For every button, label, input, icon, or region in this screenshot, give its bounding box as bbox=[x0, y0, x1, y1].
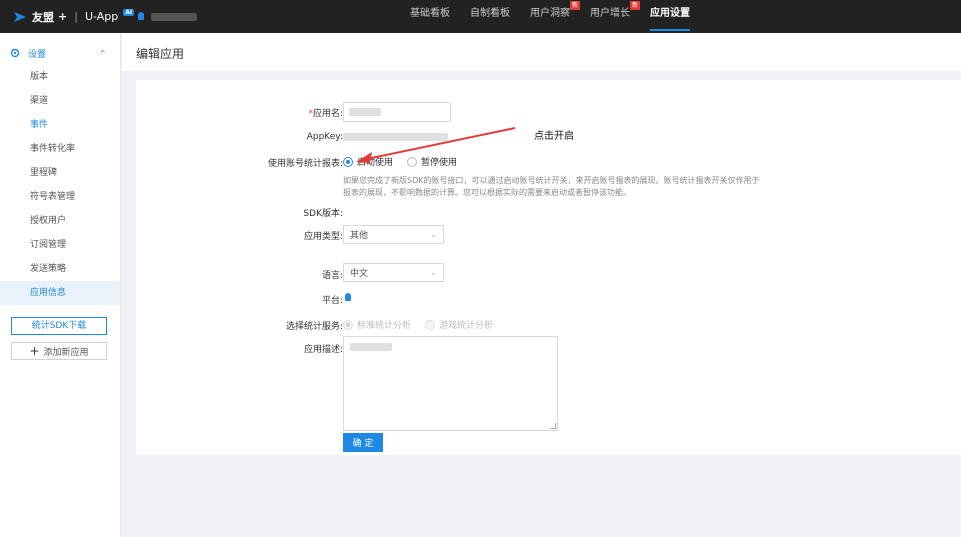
brand-plus: + bbox=[58, 10, 68, 23]
sidebar-item-milestone[interactable]: 里程碑 bbox=[0, 161, 120, 185]
app-name-value-blurred bbox=[349, 108, 381, 116]
sidebar-item-label: 符号表管理 bbox=[30, 192, 76, 202]
page-header: 编辑应用 bbox=[122, 33, 961, 71]
app-name-label-text: 应用名: bbox=[312, 109, 343, 119]
gear-icon bbox=[10, 48, 20, 58]
sidebar-item-version[interactable]: 版本 bbox=[0, 65, 120, 89]
sidebar-item-send-strategy[interactable]: 发送策略 bbox=[0, 257, 120, 281]
radio-dot bbox=[343, 319, 353, 330]
sidebar-item-label: 发送策略 bbox=[30, 264, 67, 274]
brand[interactable]: 友盟 + | U-App AI bbox=[12, 0, 135, 33]
sdk-download-button[interactable]: 统计SDK下载 bbox=[11, 317, 107, 335]
app-type-select[interactable]: 其他 ⌄ bbox=[343, 225, 444, 244]
new-badge: 新 bbox=[629, 1, 640, 10]
radio-label: 暂停使用 bbox=[421, 158, 458, 168]
resize-handle[interactable] bbox=[550, 423, 556, 429]
appkey-value bbox=[343, 133, 448, 144]
sidebar-section-label: 设置 bbox=[28, 49, 47, 60]
sidebar-item-label: 版本 bbox=[30, 72, 49, 82]
main-nav: 基础看板 自制看板 用户洞察 新 用户增长 新 应用设置 bbox=[400, 0, 700, 33]
new-badge: 新 bbox=[569, 1, 580, 10]
brand-separator: | bbox=[74, 10, 78, 23]
description-value-blurred bbox=[350, 343, 392, 351]
nav-label: 基础看板 bbox=[410, 8, 450, 19]
language-select[interactable]: 中文 ⌄ bbox=[343, 263, 444, 282]
ai-badge: AI bbox=[123, 9, 135, 16]
service-radio-game[interactable]: 游戏统计分析 bbox=[425, 318, 493, 331]
radio-label: 游戏统计分析 bbox=[439, 321, 494, 331]
app-name-input[interactable] bbox=[343, 102, 451, 122]
sidebar-item-channel[interactable]: 渠道 bbox=[0, 89, 120, 113]
sidebar-item-subscription[interactable]: 订阅管理 bbox=[0, 233, 120, 257]
nav-label: 用户增长 bbox=[590, 8, 630, 19]
app-switcher[interactable] bbox=[136, 0, 197, 33]
service-radio-standard[interactable]: 标准统计分析 bbox=[343, 318, 411, 331]
sidebar-item-label: 应用信息 bbox=[30, 288, 67, 298]
radio-dot bbox=[407, 156, 418, 167]
description-textarea[interactable] bbox=[343, 336, 558, 431]
app-name-label: *应用名: bbox=[308, 106, 343, 119]
sidebar-item-label: 事件 bbox=[30, 120, 49, 130]
sidebar-item-label: 订阅管理 bbox=[30, 240, 67, 250]
chevron-down-icon: ⌄ bbox=[430, 268, 437, 277]
nav-basic-dashboard[interactable]: 基础看板 bbox=[400, 0, 460, 33]
add-app-label: 添加新应用 bbox=[43, 348, 89, 358]
nav-user-insight[interactable]: 用户洞察 新 bbox=[520, 0, 580, 33]
sidebar-item-authorized-users[interactable]: 授权用户 bbox=[0, 209, 120, 233]
sidebar-section-settings[interactable]: 设置 ^ bbox=[0, 41, 120, 65]
service-label: 选择统计服务: bbox=[285, 322, 343, 332]
chevron-down-icon: ⌄ bbox=[430, 230, 437, 239]
account-stats-label: 使用账号统计报表: bbox=[267, 159, 343, 169]
radio-label: 启动使用 bbox=[357, 158, 394, 168]
app-type-label: 应用类型: bbox=[303, 232, 343, 242]
sidebar-item-label: 授权用户 bbox=[30, 216, 67, 226]
platform-value bbox=[343, 293, 353, 306]
account-stats-radio-pause[interactable]: 暂停使用 bbox=[407, 155, 457, 168]
brand-name: 友盟 bbox=[32, 10, 54, 24]
android-icon bbox=[138, 11, 144, 20]
nav-user-growth[interactable]: 用户增长 新 bbox=[580, 0, 640, 33]
nav-custom-dashboard[interactable]: 自制看板 bbox=[460, 0, 520, 33]
app-type-value: 其他 bbox=[350, 231, 369, 241]
app-name-blurred bbox=[151, 12, 197, 21]
nav-label: 自制看板 bbox=[470, 8, 510, 19]
sidebar-item-event[interactable]: 事件 bbox=[0, 113, 120, 137]
language-value: 中文 bbox=[350, 269, 369, 279]
android-icon bbox=[345, 293, 351, 301]
nav-label: 应用设置 bbox=[650, 8, 690, 19]
top-nav-bar: 友盟 + | U-App AI 基础看板 自制看板 用户洞察 新 用户增长 新 … bbox=[0, 0, 961, 33]
sidebar-item-label: 渠道 bbox=[30, 96, 49, 106]
sidebar: 设置 ^ 版本 渠道 事件 事件转化率 里程碑 符号表管理 授权用户 订阅管理 … bbox=[0, 33, 121, 537]
sidebar-item-label: 事件转化率 bbox=[30, 144, 76, 154]
plus-icon: + bbox=[29, 344, 40, 358]
sidebar-item-symbol-table[interactable]: 符号表管理 bbox=[0, 185, 120, 209]
appkey-value-blurred bbox=[343, 133, 448, 141]
umeng-logo-icon bbox=[14, 11, 26, 22]
language-label: 语言: bbox=[321, 271, 343, 281]
annotation-text: 点击开启 bbox=[534, 131, 574, 142]
account-stats-radio-enable[interactable]: 启动使用 bbox=[343, 155, 393, 168]
add-app-button[interactable]: + 添加新应用 bbox=[11, 342, 107, 360]
nav-app-settings[interactable]: 应用设置 bbox=[640, 0, 700, 33]
form-row-description: 应用描述: bbox=[136, 336, 961, 431]
sidebar-item-event-conversion[interactable]: 事件转化率 bbox=[0, 137, 120, 161]
service-radio-group: 标准统计分析 游戏统计分析 bbox=[343, 318, 493, 331]
radio-dot bbox=[343, 156, 353, 167]
chevron-up-icon: ^ bbox=[99, 48, 106, 58]
platform-label: 平台: bbox=[321, 296, 343, 306]
sdk-version-label: SDK版本: bbox=[303, 209, 343, 219]
confirm-button[interactable]: 确 定 bbox=[343, 433, 383, 452]
radio-dot bbox=[425, 319, 436, 330]
nav-label: 用户洞察 bbox=[530, 8, 570, 19]
account-stats-help-text: 如果您完成了新版SDK的账号接口，可以通过启动账号统计开关，来开启账号报表的展现… bbox=[343, 176, 760, 197]
radio-label: 标准统计分析 bbox=[357, 321, 412, 331]
sidebar-item-app-info[interactable]: 应用信息 bbox=[0, 281, 120, 305]
account-stats-radio-group: 启动使用 暂停使用 bbox=[343, 155, 457, 168]
appkey-label: AppKey: bbox=[306, 132, 343, 142]
description-label: 应用描述: bbox=[303, 345, 343, 355]
sidebar-item-label: 里程碑 bbox=[30, 168, 58, 178]
product-name: U-App bbox=[84, 10, 119, 23]
page-title: 编辑应用 bbox=[136, 47, 185, 61]
